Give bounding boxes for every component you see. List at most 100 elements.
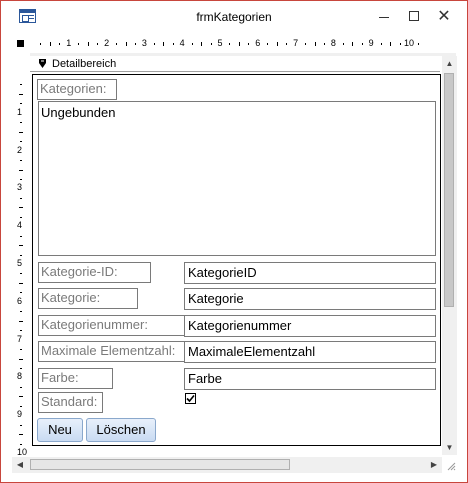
ruler-tick xyxy=(19,320,23,322)
ruler-tick xyxy=(238,42,240,46)
textbox-farbe[interactable]: Farbe xyxy=(184,368,436,390)
minimize-button[interactable] xyxy=(367,1,401,32)
ruler-tick xyxy=(20,178,22,180)
ruler-tick xyxy=(19,282,23,284)
ruler-tick xyxy=(201,42,203,46)
delete-button[interactable]: Löschen xyxy=(86,418,156,442)
resize-grip-icon[interactable] xyxy=(444,458,456,472)
ruler-tick xyxy=(20,103,22,105)
scroll-down-icon[interactable]: ▼ xyxy=(442,440,457,455)
ruler-tick xyxy=(78,43,80,45)
ruler-number: 5 xyxy=(217,38,223,48)
close-button[interactable]: ✕ xyxy=(427,1,461,32)
horizontal-scrollbar[interactable]: ◀ ▶ xyxy=(12,457,442,473)
ruler-number: 5 xyxy=(17,258,23,268)
section-label: Detailbereich xyxy=(52,58,117,70)
ruler-tick xyxy=(390,42,392,46)
scroll-left-icon[interactable]: ◀ xyxy=(12,457,28,473)
ruler-tick xyxy=(19,93,23,95)
ruler-number: 7 xyxy=(293,38,299,48)
ruler-tick xyxy=(19,131,23,133)
ruler-tick xyxy=(20,311,22,313)
ruler-tick xyxy=(267,43,269,45)
textbox-maximale-elementzahl[interactable]: MaximaleElementzahl xyxy=(184,341,436,363)
label-kategorien[interactable]: Kategorien: xyxy=(37,79,117,100)
ruler-tick xyxy=(125,42,127,46)
label-maximale-elementzahl[interactable]: Maximale Elementzahl: xyxy=(38,341,188,362)
ruler-tick xyxy=(87,42,89,46)
minimize-icon xyxy=(379,17,389,18)
ruler-tick xyxy=(172,43,174,45)
ruler-tick xyxy=(229,43,231,45)
ruler-tick xyxy=(20,443,22,445)
ruler-tick xyxy=(418,43,420,45)
ruler-number: 3 xyxy=(141,38,147,48)
new-button[interactable]: Neu xyxy=(37,418,83,442)
checkbox-standard[interactable] xyxy=(185,393,196,404)
ruler-tick xyxy=(380,43,382,45)
ruler-tick xyxy=(20,254,22,256)
label-kategorie-id[interactable]: Kategorie-ID: xyxy=(38,262,151,283)
textbox-kategorie[interactable]: Kategorie xyxy=(184,288,436,310)
ruler-tick xyxy=(210,43,212,45)
vertical-scroll-thumb[interactable] xyxy=(444,73,454,307)
ruler-tick xyxy=(248,43,250,45)
ruler-tick xyxy=(49,42,51,46)
form-window: frmKategorien ✕ 1 2 3 4 5 6 7 8 9 10 1 2 3 4 5 6 7 8 9 10 … xyxy=(0,0,468,483)
ruler-number: 8 xyxy=(330,38,336,48)
ruler-tick xyxy=(20,197,22,199)
ruler-number: 8 xyxy=(17,371,23,382)
ruler-number: 2 xyxy=(104,38,110,48)
label-farbe[interactable]: Farbe: xyxy=(38,368,113,389)
ruler-number: 3 xyxy=(17,182,23,193)
ruler-tick xyxy=(40,43,42,45)
ruler-tick xyxy=(20,273,22,275)
ruler-tick xyxy=(314,42,316,46)
maximize-icon xyxy=(409,11,419,21)
ruler-tick xyxy=(20,349,22,351)
ruler-tick xyxy=(20,84,22,86)
ruler-number: 6 xyxy=(255,38,261,48)
ruler-tick xyxy=(19,396,23,398)
horizontal-ruler[interactable]: 1 2 3 4 5 6 7 8 9 10 xyxy=(30,37,456,51)
ruler-number: 1 xyxy=(66,38,72,48)
ruler-tick xyxy=(20,122,22,124)
ruler-tick xyxy=(20,216,22,218)
label-kategorie[interactable]: Kategorie: xyxy=(38,288,138,309)
listbox-kategorien[interactable]: Ungebunden xyxy=(38,101,436,256)
textbox-kategorienummer[interactable]: Kategorienummer xyxy=(184,315,436,337)
ruler-tick xyxy=(20,160,22,162)
scroll-up-icon[interactable]: ▲ xyxy=(442,56,457,71)
section-marker-icon xyxy=(39,59,46,68)
label-standard[interactable]: Standard: xyxy=(38,392,103,413)
horizontal-scroll-thumb[interactable] xyxy=(30,459,290,470)
ruler-tick xyxy=(20,330,22,332)
ruler-tick xyxy=(116,43,118,45)
ruler-number: 9 xyxy=(17,409,23,420)
ruler-number: 1 xyxy=(17,106,23,117)
ruler-tick xyxy=(59,43,61,45)
checkmark-icon xyxy=(186,394,195,403)
vertical-scrollbar[interactable]: ▲ ▼ xyxy=(442,56,457,455)
ruler-tick xyxy=(352,42,354,46)
scroll-right-icon[interactable]: ▶ xyxy=(426,457,442,473)
form-selector[interactable] xyxy=(12,38,30,52)
form-selector-icon xyxy=(17,40,24,47)
ruler-tick xyxy=(20,386,22,388)
label-kategorienummer[interactable]: Kategorienummer: xyxy=(38,315,188,336)
title-bar[interactable]: frmKategorien ✕ xyxy=(1,1,467,32)
ruler-number: 2 xyxy=(17,144,23,155)
ruler-tick xyxy=(399,43,401,45)
ruler-number: 4 xyxy=(179,38,185,48)
vertical-ruler[interactable]: 1 2 3 4 5 6 7 8 9 10 xyxy=(12,71,30,457)
textbox-kategorie-id[interactable]: KategorieID xyxy=(184,262,436,284)
ruler-tick xyxy=(19,358,23,360)
ruler-tick xyxy=(342,43,344,45)
ruler-tick xyxy=(191,43,193,45)
ruler-number: 9 xyxy=(368,38,374,48)
section-header-detail[interactable]: Detailbereich xyxy=(30,56,440,72)
ruler-tick xyxy=(20,235,22,237)
maximize-button[interactable] xyxy=(397,1,431,32)
ruler-tick xyxy=(20,141,22,143)
ruler-tick xyxy=(19,434,23,436)
